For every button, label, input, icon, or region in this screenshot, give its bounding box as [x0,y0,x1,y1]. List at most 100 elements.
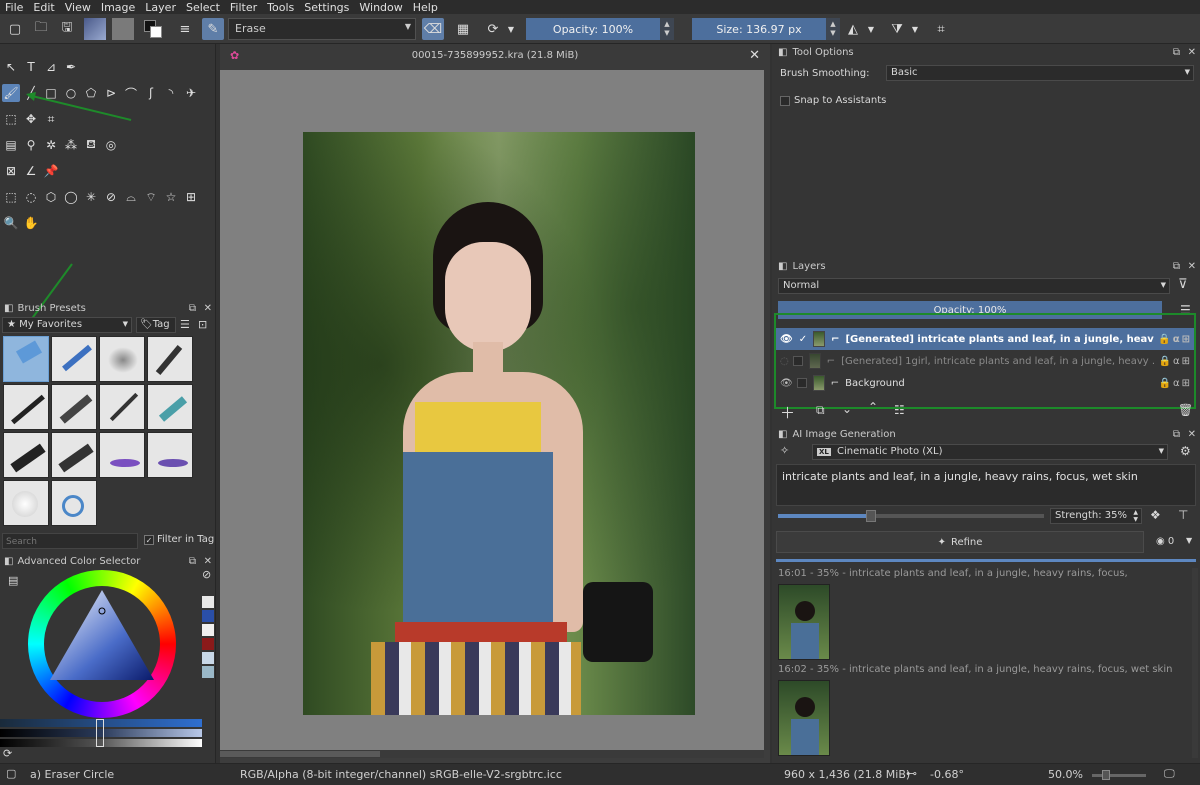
multibrush-tool-icon[interactable]: ✈ [182,84,200,102]
layer-row[interactable]: ◌ ⌐ [Generated] 1girl, intricate plants … [776,350,1194,372]
inherit-alpha-icon[interactable]: ⊞ [1182,378,1190,389]
preset-eraser[interactable] [3,336,49,382]
layer-properties-icon[interactable]: ☷ [894,403,905,417]
menu-help[interactable]: Help [408,1,443,14]
preset-texture[interactable] [51,480,97,526]
scrollbar-thumb[interactable] [220,751,380,757]
visibility-eye-icon[interactable]: 👁 [780,334,793,345]
history-scrollbar[interactable] [1192,568,1198,758]
edit-shapes-tool-icon[interactable]: ⊿ [42,58,60,76]
refresh-icon[interactable]: ⟳ [3,747,12,760]
open-document-icon[interactable]: 🗀 [30,18,52,40]
preset-ink[interactable] [147,336,193,382]
opacity-slider[interactable]: Opacity: 100% [526,18,660,40]
color-history-swatch[interactable] [202,666,214,678]
import-icon[interactable]: ⊡ [198,318,207,331]
close-icon[interactable]: ✕ [1188,261,1196,272]
strength-handle[interactable] [866,510,877,522]
blend-mode-select[interactable]: Erase ▼ [228,18,416,40]
preset-pen[interactable] [99,384,145,430]
polygonal-selection-icon[interactable]: ⬡ [42,188,60,206]
elliptical-selection-icon[interactable]: ◌ [22,188,40,206]
menu-window[interactable]: Window [354,1,407,14]
color-history-swatch[interactable] [202,624,214,636]
move-tool-icon[interactable]: ✥ [22,110,40,128]
zoom-tool-icon[interactable]: 🔍 [2,214,20,232]
zoom-slider-handle[interactable] [1102,770,1110,780]
delete-layer-icon[interactable]: 🗑 [1178,403,1193,417]
pattern-swatch[interactable] [112,18,134,40]
canvas-viewport[interactable] [220,70,764,750]
move-layer-up-icon[interactable]: ⌃ [868,400,878,414]
mirror-horizontal-icon[interactable]: ◭ [842,18,864,40]
chevron-down-icon[interactable]: ▼ [1186,536,1192,545]
inherit-alpha-icon[interactable]: ⊞ [1182,334,1190,345]
snap-to-assistants-checkbox[interactable]: Snap to Assistants [780,95,886,106]
mirror-vertical-icon[interactable]: ⧩ [886,18,908,40]
menu-tools[interactable]: Tools [262,1,299,14]
similar-color-selection-icon[interactable]: ⊘ [102,188,120,206]
preset-purple-stroke[interactable] [99,432,145,478]
crop-icon[interactable]: ⌗ [930,18,952,40]
fill-tool-icon[interactable]: ⛾ [82,136,100,154]
close-icon[interactable]: ✕ [204,303,212,314]
float-dock-icon[interactable]: ⧉ [189,556,196,567]
calligraphy-tool-icon[interactable]: ✒ [62,58,80,76]
workspace-icon[interactable]: ✧ [780,444,789,457]
duplicate-layer-icon[interactable]: ⧉ [816,403,825,418]
menu-view[interactable]: View [60,1,96,14]
checkbox-icon[interactable]: ✓ [799,334,807,345]
add-layer-icon[interactable]: ＋ [780,402,795,423]
opacity-spinner[interactable]: ▲ ▼ [660,18,674,40]
color-history-swatch[interactable] [202,596,214,608]
style-select[interactable]: XL Cinematic Photo (XL) ▼ [812,444,1168,460]
preset-marker[interactable] [3,384,49,430]
dynamic-brush-tool-icon[interactable]: ◝ [162,84,180,102]
monitor-icon[interactable]: 🖵 [1164,767,1175,781]
menu-image[interactable]: Image [96,1,140,14]
menu-edit[interactable]: Edit [28,1,59,14]
preset-charcoal[interactable] [51,384,97,430]
reference-images-tool-icon[interactable]: 📌 [42,162,60,180]
inherit-alpha-icon[interactable]: ⊞ [1182,356,1190,367]
gradient-tool-icon[interactable]: ▤ [2,136,20,154]
close-icon[interactable]: ✕ [1188,429,1196,440]
freehand-brush-tool-icon[interactable]: 🖌 [2,84,20,102]
strength-track[interactable] [778,510,1044,522]
horizontal-scrollbar[interactable] [220,750,764,758]
settings-gear-icon[interactable]: ⚙ [1180,444,1191,458]
freehand-selection-icon[interactable]: ◯ [62,188,80,206]
close-icon[interactable]: ✕ [749,48,760,63]
star-selection-icon[interactable]: ☆ [162,188,180,206]
save-icon[interactable]: 🖫 [56,18,78,40]
alpha-lock-icon[interactable]: α [1173,378,1180,389]
lock-icon[interactable]: 🔒 [1159,356,1171,367]
menu-layer[interactable]: Layer [140,1,181,14]
color-history-swatch[interactable] [202,610,214,622]
clear-history-icon[interactable]: ⊘ [202,568,211,581]
preset-search-input[interactable] [2,533,138,549]
layer-blend-select[interactable]: Normal ▼ [778,278,1170,294]
prompt-textarea[interactable]: intricate plants and leaf, in a jungle, … [776,464,1196,506]
checkbox-icon[interactable] [796,378,807,388]
bezier-selection-icon[interactable]: ⌓ [122,188,140,206]
menu-file[interactable]: File [0,1,28,14]
preset-purple-smudge[interactable] [147,432,193,478]
brush-smoothing-select[interactable]: Basic ▼ [886,65,1194,81]
menu-filter[interactable]: Filter [225,1,262,14]
visibility-eye-icon[interactable]: 👁 [780,378,793,389]
new-document-icon[interactable]: ▢ [4,18,26,40]
measure-tool-icon[interactable]: ∠ [22,162,40,180]
preset-search-field[interactable] [3,535,137,549]
crop-tool-icon[interactable]: ⌗ [42,110,60,128]
preset-airbrush[interactable] [99,336,145,382]
batch-count[interactable]: ◉ 0 [1156,536,1174,547]
select-shapes-tool-icon[interactable]: ↖ [2,58,20,76]
smart-patch-tool-icon[interactable]: ⁂ [62,136,80,154]
contiguous-selection-icon[interactable]: ✳ [82,188,100,206]
alpha-lock-icon[interactable]: α [1173,334,1180,345]
preset-flat-brush[interactable] [3,432,49,478]
enclose-fill-tool-icon[interactable]: ◎ [102,136,120,154]
size-slider[interactable]: Size: 136.97 px [692,18,826,40]
color-picker-tool-icon[interactable]: ⚲ [22,136,40,154]
